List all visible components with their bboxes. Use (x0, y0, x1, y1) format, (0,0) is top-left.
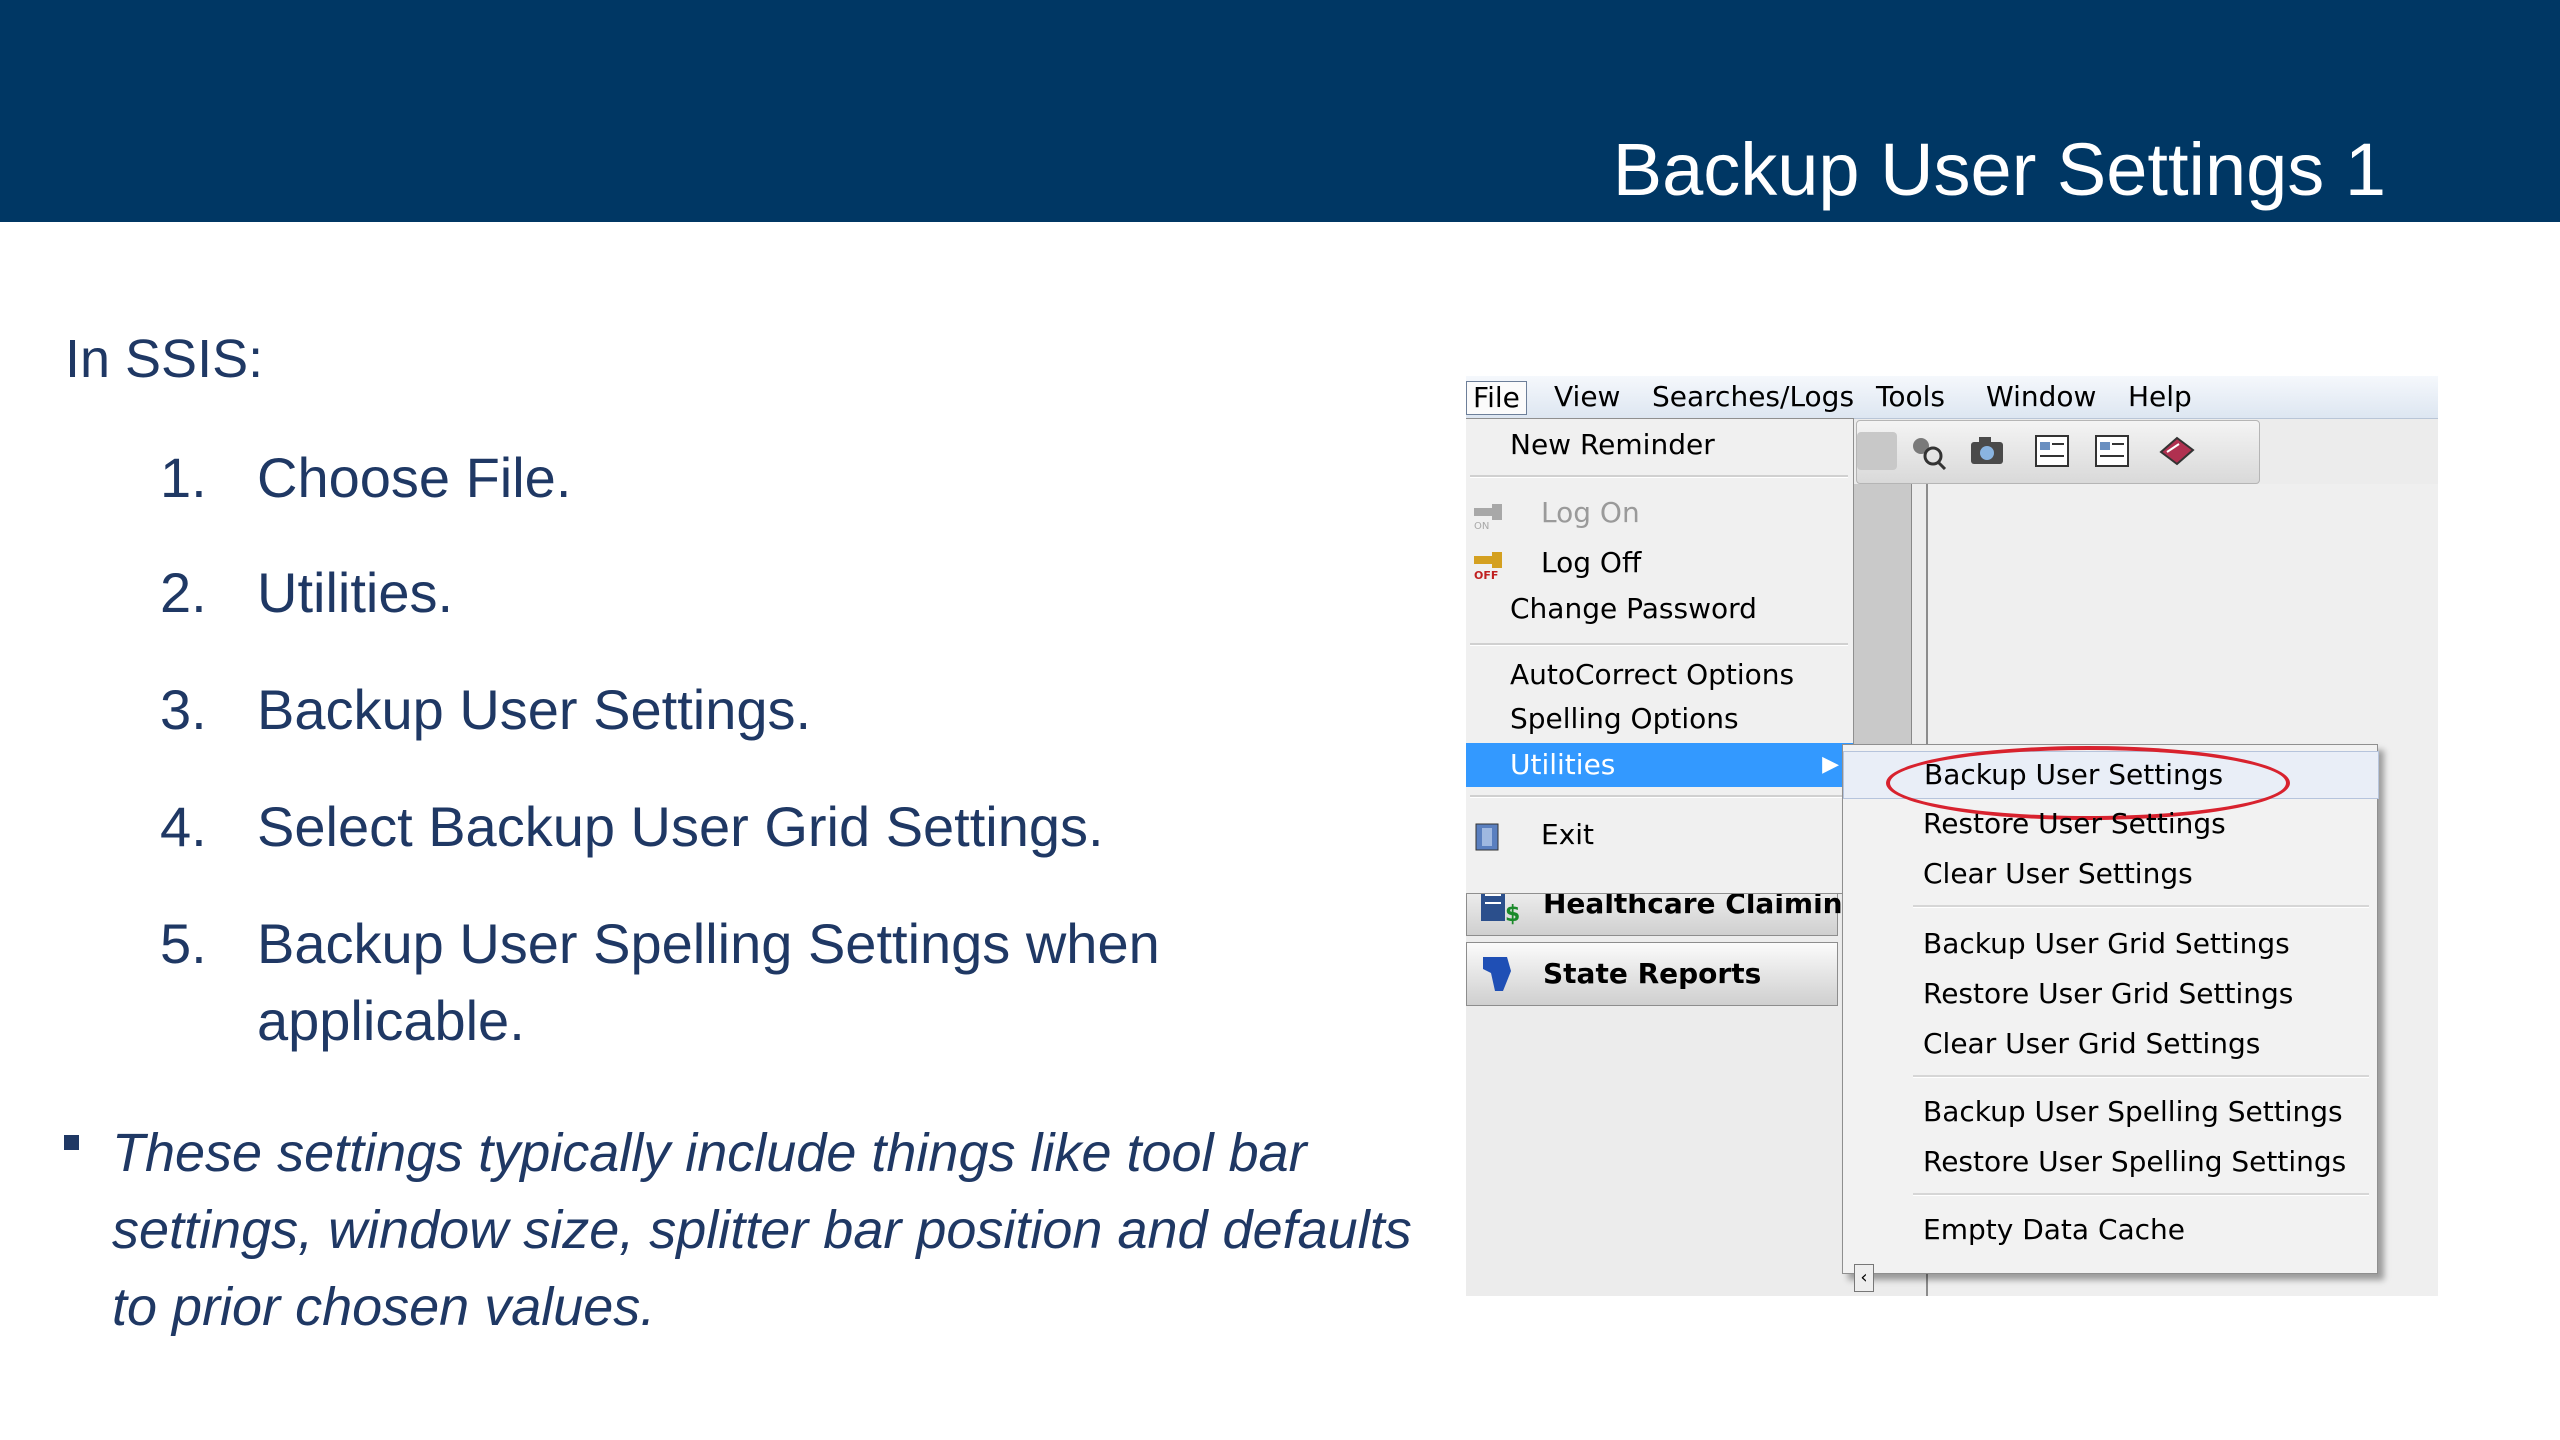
menu-item-label: Log On (1541, 496, 1640, 529)
step-text-continued: applicable. (257, 989, 525, 1052)
menu-item-change-password[interactable]: Change Password (1466, 587, 1853, 631)
menu-item-label: Backup User Grid Settings (1923, 927, 2290, 960)
menu-item-clear-user-grid-settings[interactable]: Clear User Grid Settings (1843, 1021, 2377, 1067)
camera-icon[interactable] (1967, 432, 2007, 470)
menu-item-label: Restore User Grid Settings (1923, 977, 2294, 1010)
menu-searches-logs[interactable]: Searches/Logs (1646, 381, 1860, 413)
form-alt-icon[interactable] (2092, 432, 2132, 470)
menu-item-label: Log Off (1541, 546, 1642, 579)
menu-item-label: Empty Data Cache (1923, 1213, 2186, 1246)
state-map-icon (1477, 953, 1521, 995)
nav-state-reports[interactable]: State Reports (1466, 942, 1838, 1006)
menu-item-label: Backup User Settings (1924, 758, 2224, 791)
scroll-left-icon[interactable]: ‹ (1854, 1264, 1874, 1292)
menu-item-label: Restore User Settings (1923, 807, 2226, 840)
menu-item-backup-user-grid-settings[interactable]: Backup User Grid Settings (1843, 921, 2377, 967)
note-text: These settings typically include things … (112, 1123, 1412, 1337)
slide-content: In SSIS: 1. Choose File. 2. Utilities. 3… (0, 0, 1440, 1440)
menu-item-utilities[interactable]: Utilities ▶ (1466, 743, 1853, 787)
submenu-arrow-icon: ▶ (1822, 752, 1839, 777)
menu-bar: File View Searches/Logs Tools Window Hel… (1466, 376, 2438, 419)
menu-item-restore-user-spelling-settings[interactable]: Restore User Spelling Settings (1843, 1139, 2377, 1185)
menu-item-clear-user-settings[interactable]: Clear User Settings (1843, 851, 2377, 897)
book-icon[interactable] (2157, 432, 2197, 470)
menu-item-label: Spelling Options (1510, 702, 1739, 735)
menu-view[interactable]: View (1548, 381, 1626, 413)
menu-file[interactable]: File (1466, 381, 1527, 415)
menu-item-autocorrect-options[interactable]: AutoCorrect Options (1466, 653, 1853, 697)
menu-item-label: Clear User Grid Settings (1923, 1027, 2261, 1060)
menu-separator (1470, 643, 1848, 646)
menu-separator (1470, 795, 1848, 798)
bullet-marker-icon (64, 1135, 79, 1150)
menu-item-empty-data-cache[interactable]: Empty Data Cache (1843, 1207, 2377, 1253)
step-text: Backup User Spelling Settings when (257, 912, 1160, 975)
step-number: 4. (160, 795, 207, 858)
step-text: Select Backup User Grid Settings. (257, 795, 1104, 858)
slide-title: Backup User Settings 1 (1612, 128, 2386, 211)
step-text: Utilities. (257, 561, 454, 624)
menu-item-spelling-options[interactable]: Spelling Options (1466, 697, 1853, 741)
svg-text:OFF: OFF (1474, 569, 1498, 580)
menu-item-restore-user-grid-settings[interactable]: Restore User Grid Settings (1843, 971, 2377, 1017)
menu-item-label: Restore User Spelling Settings (1923, 1145, 2347, 1178)
menu-separator (1913, 905, 2369, 908)
ssis-app-screenshot: $ Healthcare Claiming State Reports File… (1466, 376, 2438, 1296)
menu-item-backup-user-settings[interactable]: Backup User Settings (1843, 746, 2379, 820)
intro-text: In SSIS: (65, 329, 264, 389)
step-number: 2. (160, 561, 207, 624)
step-text: Backup User Settings. (257, 678, 812, 741)
exit-door-icon (1472, 821, 1506, 851)
menu-item-label: Change Password (1510, 592, 1757, 625)
menu-separator (1913, 1193, 2369, 1196)
menu-help[interactable]: Help (2122, 381, 2198, 413)
menu-item-label: Backup User Spelling Settings (1923, 1095, 2343, 1128)
menu-item-restore-user-settings[interactable]: Restore User Settings (1843, 801, 2377, 847)
menu-separator (1913, 1075, 2369, 1078)
menu-item-label: AutoCorrect Options (1510, 658, 1795, 691)
svg-text:ON: ON (1474, 521, 1489, 530)
menu-item-label: New Reminder (1510, 428, 1715, 461)
nav-label: State Reports (1543, 957, 1762, 990)
menu-item-new-reminder[interactable]: New Reminder (1466, 423, 1853, 467)
step-number: 1. (160, 446, 207, 509)
menu-item-label: Clear User Settings (1923, 857, 2193, 890)
menu-item-label: Utilities (1510, 748, 1616, 781)
key-on-icon: ON (1472, 499, 1506, 532)
menu-item-log-on[interactable]: ON Log On (1466, 491, 1853, 535)
menu-item-backup-user-spelling-settings[interactable]: Backup User Spelling Settings (1843, 1089, 2377, 1135)
menu-item-log-off[interactable]: OFF Log Off (1466, 541, 1853, 585)
form-icon[interactable] (2032, 432, 2072, 470)
step-number: 5. (160, 912, 207, 975)
key-off-icon: OFF (1472, 549, 1506, 582)
toolbar-icon[interactable] (1857, 432, 1897, 470)
menu-item-exit[interactable]: Exit (1466, 813, 1853, 857)
menu-window[interactable]: Window (1980, 381, 2102, 413)
menu-tools[interactable]: Tools (1870, 381, 1951, 413)
toolbar (1856, 420, 2260, 484)
utilities-submenu: Backup User Settings Restore User Settin… (1842, 744, 2379, 1274)
svg-text:$: $ (1505, 902, 1520, 925)
file-menu: New Reminder ON Log On OFF Log Off Chang… (1466, 418, 1854, 894)
step-number: 3. (160, 678, 207, 741)
menu-separator (1470, 475, 1848, 478)
search-person-icon[interactable] (1907, 432, 1947, 471)
menu-item-label: Exit (1541, 818, 1595, 851)
step-text: Choose File. (257, 446, 572, 509)
